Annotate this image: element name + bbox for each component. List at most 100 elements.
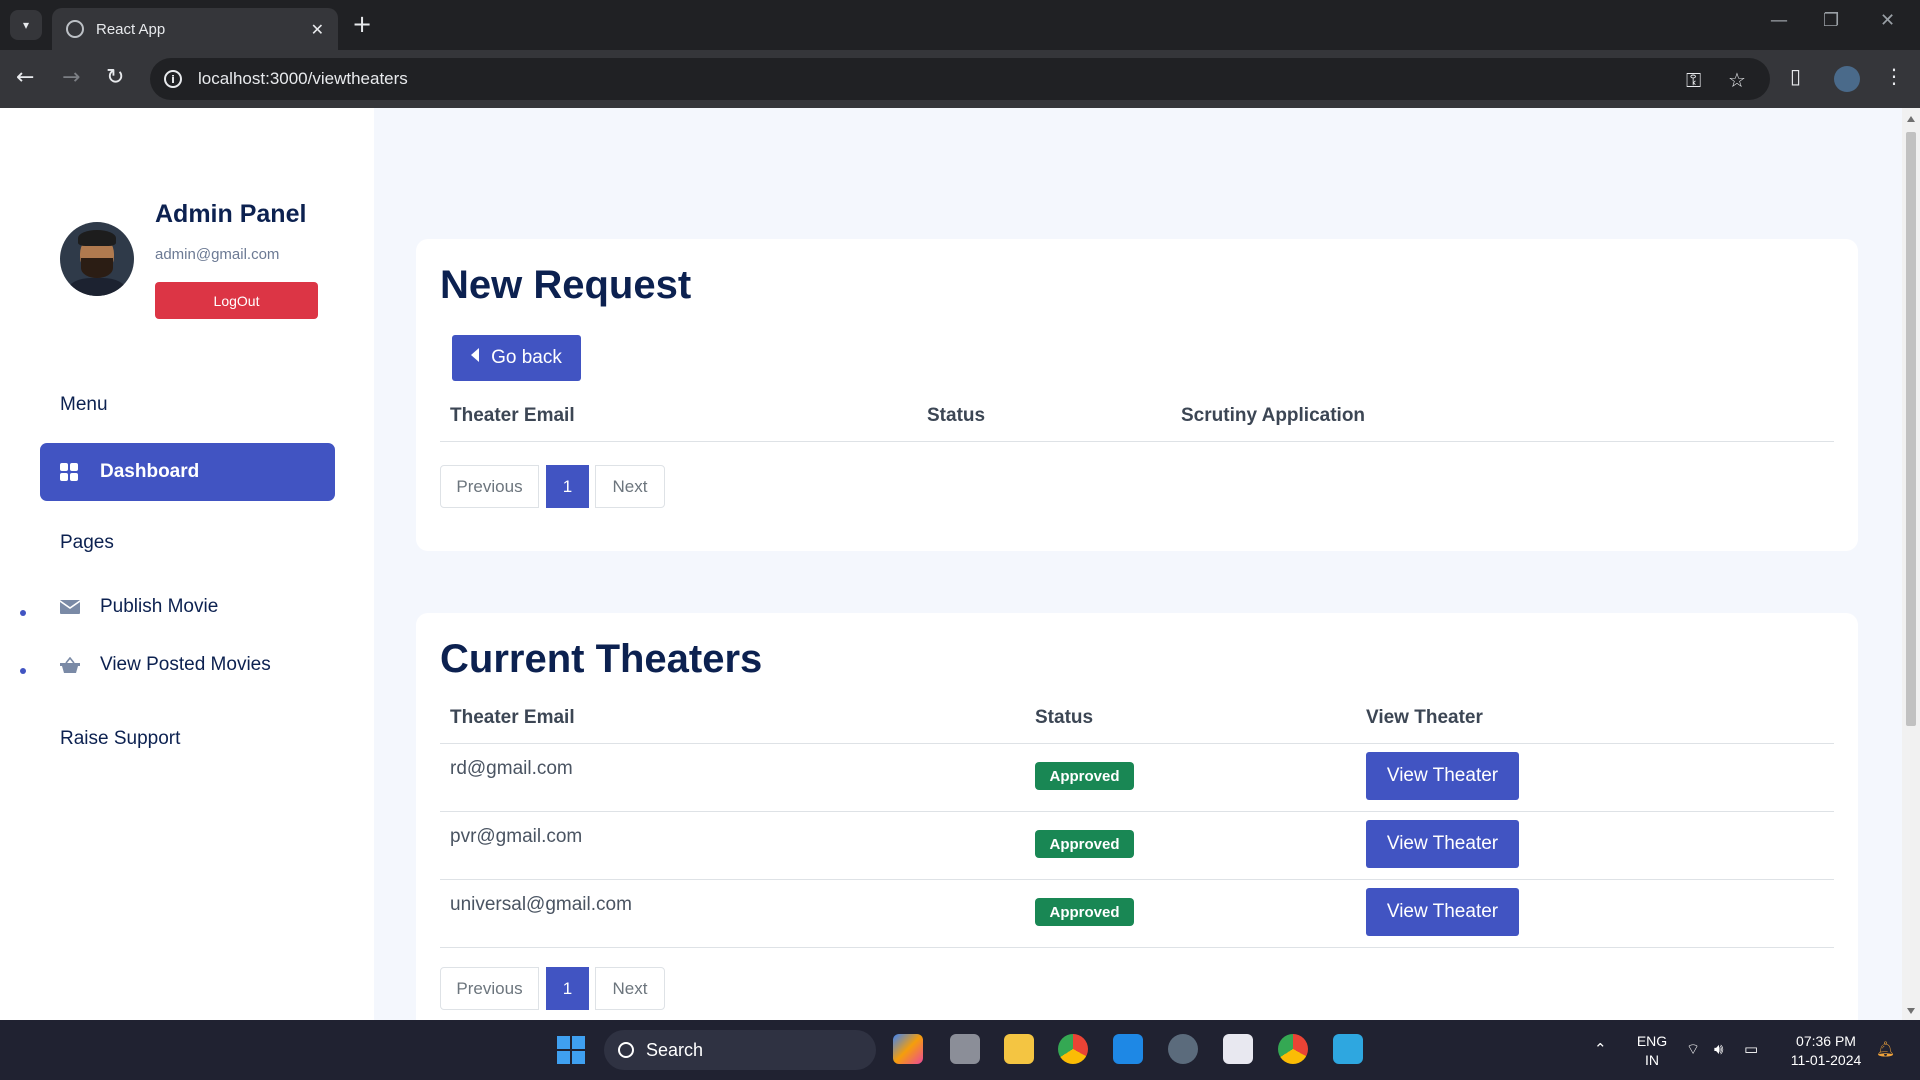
clock-time: 07:36 PM — [1796, 1033, 1856, 1049]
caret-left-icon — [471, 348, 480, 362]
volume-icon[interactable]: 🔊︎ — [1714, 1040, 1723, 1058]
status-badge: Approved — [1035, 762, 1134, 790]
star-icon[interactable]: ☆ — [1728, 68, 1746, 92]
notepad-icon[interactable] — [1333, 1034, 1363, 1064]
clock-date: 11-01-2024 — [1790, 1052, 1862, 1068]
tab-search-button[interactable]: ▾ — [10, 10, 42, 40]
snipping-tool-icon[interactable] — [1223, 1034, 1253, 1064]
window-close-icon[interactable]: ✕ — [1880, 10, 1895, 31]
row-divider — [440, 879, 1834, 880]
globe-icon — [66, 20, 84, 38]
page-1-button[interactable]: 1 — [546, 967, 589, 1010]
view-theater-button[interactable]: View Theater — [1366, 752, 1519, 800]
url-text: localhost:3000/viewtheaters — [198, 69, 408, 88]
current-theaters-card: Current Theaters Theater Email Status Vi… — [416, 613, 1858, 1020]
wifi-icon[interactable]: ⌔ — [1686, 1040, 1700, 1059]
tab-close-icon[interactable]: ✕ — [311, 20, 324, 39]
bullet-icon — [20, 668, 26, 674]
column-header-view-theater: View Theater — [1366, 707, 1483, 728]
go-back-button[interactable]: Go back — [452, 335, 581, 381]
scroll-up-icon[interactable] — [1907, 116, 1915, 122]
pagination: Previous 1 Next — [440, 465, 665, 508]
sidebar-item-dashboard[interactable]: Dashboard — [40, 443, 335, 501]
basket-icon — [60, 657, 80, 673]
pages-section-label: Pages — [60, 532, 114, 553]
notification-bell-icon[interactable]: 🔔︎ — [1876, 1040, 1895, 1058]
sidebar-item-label: View Posted Movies — [100, 654, 271, 675]
column-header-email: Theater Email — [450, 405, 575, 426]
bullet-icon — [20, 610, 26, 616]
scroll-down-icon[interactable] — [1907, 1008, 1915, 1014]
copilot-icon[interactable] — [893, 1034, 923, 1064]
sidebar-item-label: Publish Movie — [100, 596, 219, 617]
taskbar-search-label: Search — [646, 1039, 704, 1060]
previous-page-button[interactable]: Previous — [440, 967, 539, 1010]
forward-arrow-icon[interactable]: → — [62, 64, 80, 92]
page-1-button[interactable]: 1 — [546, 465, 589, 508]
current-theaters-title: Current Theaters — [440, 637, 763, 681]
pagination: Previous 1 Next — [440, 967, 665, 1010]
clock[interactable]: 07:36 PM 11-01-2024 — [1782, 1032, 1870, 1070]
table-divider — [440, 441, 1834, 442]
key-icon[interactable]: ⚿ — [1686, 68, 1701, 92]
sidebar-item-raise-support[interactable]: Raise Support — [60, 728, 180, 750]
theater-email: universal@gmail.com — [450, 894, 632, 915]
go-back-label: Go back — [491, 347, 562, 368]
chevron-up-icon[interactable]: ⌃ — [1594, 1040, 1607, 1058]
vscode-icon[interactable] — [1113, 1034, 1143, 1064]
table-divider — [440, 743, 1834, 744]
previous-page-button[interactable]: Previous — [440, 465, 539, 508]
language-indicator[interactable]: ENG IN — [1632, 1032, 1672, 1070]
search-icon — [618, 1042, 634, 1058]
battery-icon[interactable]: ▭ — [1744, 1040, 1758, 1058]
profile-avatar-icon[interactable] — [1834, 66, 1860, 92]
theater-email: rd@gmail.com — [450, 758, 573, 779]
view-theater-button[interactable]: View Theater — [1366, 888, 1519, 936]
address-bar[interactable]: i localhost:3000/viewtheaters ⚿ ☆ — [150, 58, 1770, 100]
restore-icon[interactable]: ❐ — [1823, 10, 1839, 31]
row-divider — [440, 947, 1834, 948]
chrome-icon[interactable] — [1058, 1034, 1088, 1064]
envelope-icon — [60, 600, 80, 614]
back-arrow-icon[interactable]: ← — [16, 64, 34, 92]
dashboard-label: Dashboard — [100, 461, 200, 482]
theater-email: pvr@gmail.com — [450, 826, 583, 847]
taskbar: Search ⌃ ENG IN ⌔ 🔊︎ ▭ 07:36 PM 11-01-20… — [0, 1020, 1920, 1080]
column-header-scrutiny: Scrutiny Application — [1181, 405, 1366, 426]
admin-email: admin@gmail.com — [155, 246, 280, 263]
settings-icon[interactable] — [1168, 1034, 1198, 1064]
next-page-button[interactable]: Next — [595, 465, 665, 508]
menu-section-label: Menu — [60, 394, 108, 415]
side-panel-icon[interactable]: ▯ — [1790, 64, 1801, 88]
new-tab-button[interactable]: + — [352, 12, 372, 36]
new-request-title: New Request — [440, 263, 692, 307]
browser-toolbar: ← → ↻ i localhost:3000/viewtheaters ⚿ ☆ … — [0, 50, 1920, 108]
windows-start-icon[interactable] — [557, 1036, 585, 1064]
status-badge: Approved — [1035, 898, 1134, 926]
page-scrollbar[interactable] — [1902, 108, 1920, 1020]
new-request-card: New Request Go back Theater Email Status… — [416, 239, 1858, 551]
more-menu-icon[interactable]: ⋮ — [1884, 64, 1904, 88]
dashboard-grid-icon — [60, 463, 78, 481]
column-header-email: Theater Email — [450, 707, 575, 728]
file-explorer-icon[interactable] — [1004, 1034, 1034, 1064]
language-line-2: IN — [1645, 1052, 1659, 1068]
sidebar-item-view-posted-movies[interactable]: View Posted Movies — [60, 654, 271, 676]
view-theater-button[interactable]: View Theater — [1366, 820, 1519, 868]
avatar — [60, 222, 134, 296]
sidebar: Admin Panel admin@gmail.com LogOut Menu … — [0, 108, 374, 1020]
task-view-icon[interactable] — [950, 1034, 980, 1064]
next-page-button[interactable]: Next — [595, 967, 665, 1010]
page-content: Admin Panel admin@gmail.com LogOut Menu … — [0, 108, 1920, 1020]
scrollbar-thumb[interactable] — [1906, 132, 1916, 726]
chrome-profile-icon[interactable] — [1278, 1034, 1308, 1064]
taskbar-search[interactable]: Search — [604, 1030, 876, 1070]
reload-icon[interactable]: ↻ — [106, 64, 124, 92]
browser-tab[interactable]: React App ✕ — [52, 8, 338, 50]
logout-button[interactable]: LogOut — [155, 282, 318, 319]
minimize-icon[interactable]: — — [1770, 10, 1788, 31]
site-info-icon[interactable]: i — [164, 70, 182, 88]
browser-tab-bar: ▾ React App ✕ + — ❐ ✕ — [0, 0, 1920, 50]
sidebar-item-publish-movie[interactable]: Publish Movie — [60, 596, 218, 618]
row-divider — [440, 811, 1834, 812]
